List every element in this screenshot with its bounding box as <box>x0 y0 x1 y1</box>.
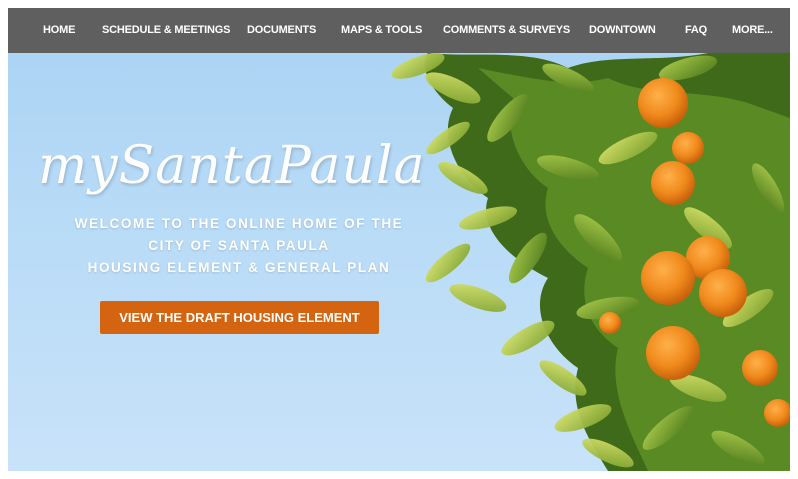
nav-comments-surveys[interactable]: COMMENTS & SURVEYS <box>443 24 570 36</box>
nav-home[interactable]: HOME <box>43 24 75 36</box>
nav-downtown[interactable]: DOWNTOWN <box>589 24 656 36</box>
nav-faq[interactable]: FAQ <box>685 24 707 36</box>
main-navigation: HOME SCHEDULE & MEETINGS DOCUMENTS MAPS … <box>8 8 790 53</box>
welcome-line-3: HOUSING ELEMENT & GENERAL PLAN <box>87 260 391 275</box>
nav-documents[interactable]: DOCUMENTS <box>247 24 316 36</box>
welcome-text: WELCOME TO THE ONLINE HOME OF THE CITY O… <box>38 213 440 279</box>
welcome-line-2: CITY OF SANTA PAULA <box>148 238 330 253</box>
welcome-line-1: WELCOME TO THE ONLINE HOME OF THE <box>74 216 404 231</box>
page-frame: HOME SCHEDULE & MEETINGS DOCUMENTS MAPS … <box>8 8 790 471</box>
nav-maps-tools[interactable]: MAPS & TOOLS <box>341 24 422 36</box>
nav-more[interactable]: MORE... <box>732 24 773 36</box>
site-title: mySantaPaula <box>38 136 426 196</box>
nav-schedule-meetings[interactable]: SCHEDULE & MEETINGS <box>102 24 230 36</box>
view-draft-housing-element-button[interactable]: VIEW THE DRAFT HOUSING ELEMENT <box>100 301 379 334</box>
